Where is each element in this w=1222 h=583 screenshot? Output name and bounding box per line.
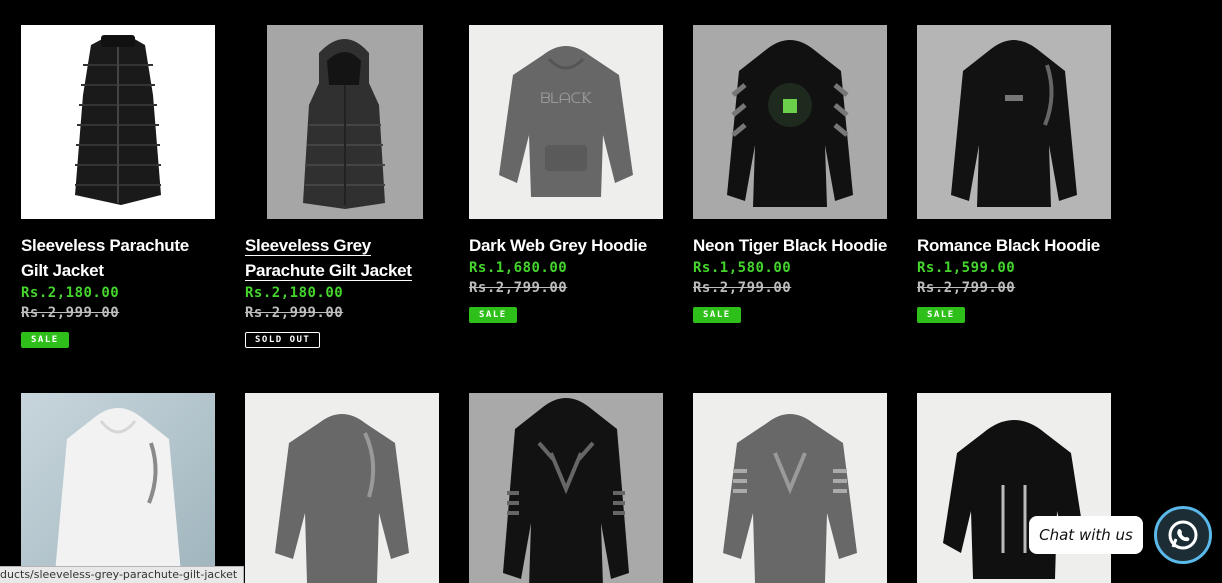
- sale-price: Rs.1,599.00: [917, 260, 1016, 276]
- chat-with-us-label[interactable]: Chat with us: [1029, 516, 1143, 554]
- sale-price: Rs.1,580.00: [693, 260, 792, 276]
- sale-price: Rs.1,680.00: [469, 260, 568, 276]
- product-card[interactable]: ᗷᒪᗩᑕK Dark Web Grey Hoodie Rs.1,680.00 R…: [469, 25, 663, 393]
- product-image[interactable]: [21, 393, 215, 583]
- product-image[interactable]: [245, 25, 439, 219]
- sale-badge: SALE: [21, 332, 69, 348]
- product-title[interactable]: Dark Web Grey Hoodie: [469, 233, 663, 258]
- sale-badge: SALE: [693, 307, 741, 323]
- sold-out-badge: SOLD OUT: [245, 332, 321, 348]
- compare-price: Rs.2,999.00: [21, 305, 120, 321]
- product-image[interactable]: [469, 393, 663, 583]
- product-card[interactable]: Romance Black Hoodie Rs.1,599.00 Rs.2,79…: [917, 25, 1111, 393]
- product-image[interactable]: [21, 25, 215, 219]
- sale-badge: SALE: [917, 307, 965, 323]
- product-image[interactable]: [693, 25, 887, 219]
- compare-price: Rs.2,799.00: [693, 280, 792, 296]
- compare-price: Rs.2,799.00: [469, 280, 568, 296]
- status-bar-url: ducts/sleeveless-grey-parachute-gilt-jac…: [0, 566, 245, 583]
- sale-price: Rs.2,180.00: [245, 285, 344, 301]
- product-title[interactable]: Neon Tiger Black Hoodie: [693, 233, 887, 258]
- product-image[interactable]: [693, 393, 887, 583]
- product-image[interactable]: [245, 393, 439, 583]
- product-card[interactable]: Neon Tiger Black Hoodie Rs.1,580.00 Rs.2…: [693, 25, 887, 393]
- sale-price: Rs.2,180.00: [21, 285, 120, 301]
- whatsapp-icon[interactable]: [1154, 506, 1212, 564]
- product-card[interactable]: [21, 393, 215, 583]
- product-card[interactable]: [917, 393, 1111, 583]
- product-title[interactable]: Romance Black Hoodie: [917, 233, 1111, 258]
- product-grid: Sleeveless Parachute Gilt Jacket Rs.2,18…: [21, 25, 1111, 583]
- product-card[interactable]: [693, 393, 887, 583]
- product-title[interactable]: Sleeveless Parachute Gilt Jacket: [21, 233, 215, 283]
- product-card[interactable]: [469, 393, 663, 583]
- product-image[interactable]: [917, 393, 1111, 583]
- compare-price: Rs.2,999.00: [245, 305, 344, 321]
- compare-price: Rs.2,799.00: [917, 280, 1016, 296]
- product-title[interactable]: Sleeveless Grey Parachute Gilt Jacket: [245, 233, 439, 283]
- svg-text:ᗷᒪᗩᑕK: ᗷᒪᗩᑕK: [541, 91, 592, 107]
- product-image[interactable]: [917, 25, 1111, 219]
- product-card[interactable]: [245, 393, 439, 583]
- product-card[interactable]: Sleeveless Parachute Gilt Jacket Rs.2,18…: [21, 25, 215, 393]
- sale-badge: SALE: [469, 307, 517, 323]
- product-image[interactable]: ᗷᒪᗩᑕK: [469, 25, 663, 219]
- product-card[interactable]: Sleeveless Grey Parachute Gilt Jacket Rs…: [245, 25, 439, 393]
